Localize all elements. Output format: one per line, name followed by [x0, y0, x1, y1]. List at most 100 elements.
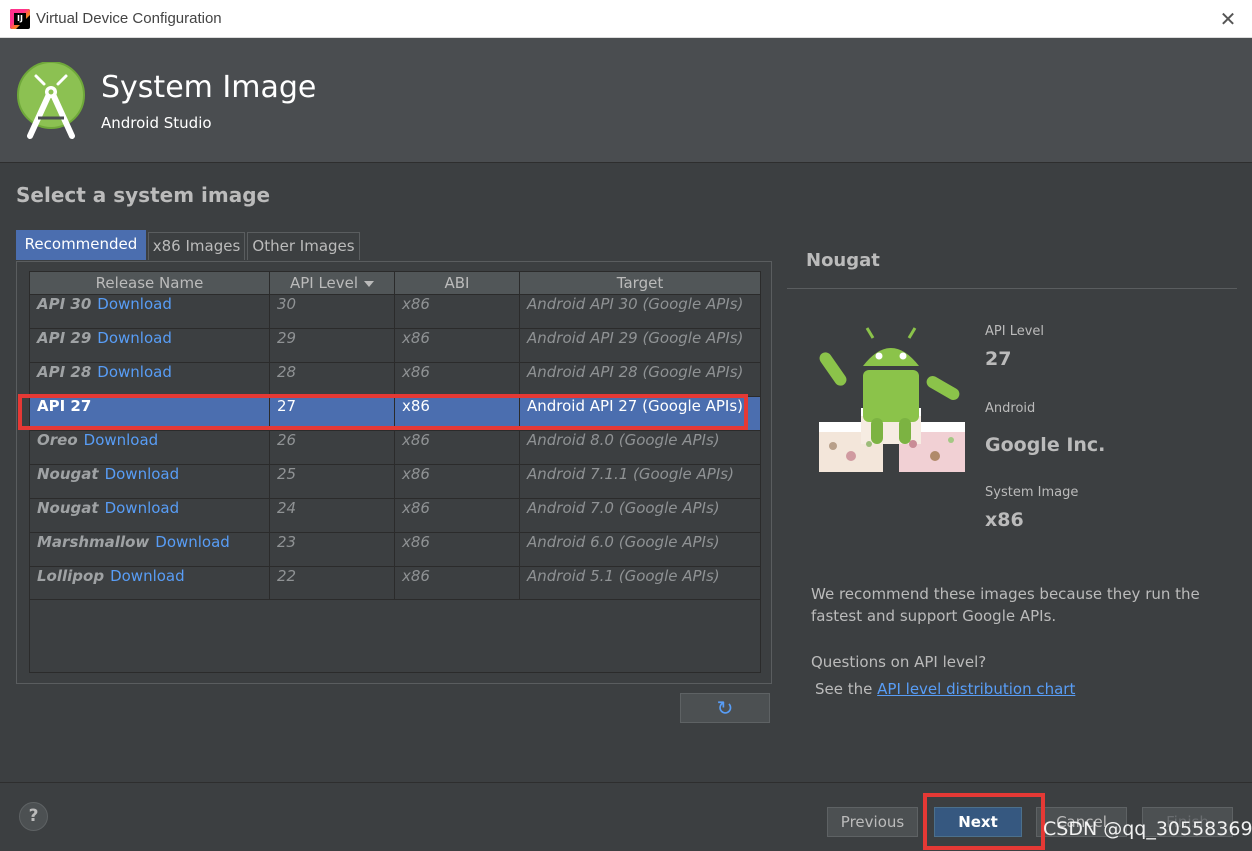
refresh-button[interactable]: ↻ — [680, 693, 770, 723]
abi-cell: x86 — [395, 431, 520, 464]
release-name: Oreo — [37, 431, 78, 449]
table-row[interactable]: Nougat Download 25 x86 Android 7.1.1 (Goo… — [30, 464, 760, 498]
release-name: Lollipop — [37, 567, 105, 585]
table-row[interactable]: API 29 Download 29 x86 Android API 29 (Go… — [30, 328, 760, 362]
release-name-cell: API 29 Download — [30, 329, 270, 362]
sort-descending-icon — [364, 280, 375, 287]
system-image-label: System Image — [985, 485, 1079, 500]
intellij-app-icon: IJ — [10, 9, 30, 29]
see-the-text: See the — [815, 680, 873, 698]
download-link[interactable]: Download — [110, 567, 185, 585]
abi-cell: x86 — [395, 465, 520, 498]
detail-divider — [787, 288, 1237, 289]
target-cell: Android 6.0 (Google APIs) — [527, 533, 720, 551]
table-row[interactable]: Nougat Download 24 x86 Android 7.0 (Googl… — [30, 498, 760, 532]
column-header-label: ABI — [444, 274, 470, 292]
help-icon[interactable]: ? — [19, 802, 48, 831]
api-level-cell: 25 — [270, 465, 395, 498]
previous-button[interactable]: Previous — [827, 807, 918, 837]
highlight-box-next-button — [923, 793, 1045, 850]
api-level-label: API Level — [985, 324, 1045, 339]
abi-cell: x86 — [395, 363, 520, 396]
column-header-abi[interactable]: ABI — [395, 272, 520, 294]
column-header-label: Release Name — [95, 274, 204, 292]
release-name: Marshmallow — [37, 533, 150, 551]
abi-cell: x86 — [395, 329, 520, 362]
table-header: Release Name API Level ABI Target — [30, 272, 760, 294]
tab-recommended[interactable]: Recommended — [16, 230, 146, 260]
release-name: Nougat — [37, 465, 99, 483]
api-level-value: 27 — [985, 348, 1012, 370]
page-title: System Image — [101, 70, 317, 105]
column-header-label: API Level — [289, 274, 359, 292]
download-link[interactable]: Download — [105, 465, 180, 483]
tab-other-images[interactable]: Other Images — [247, 232, 360, 260]
page-subtitle: Android Studio — [101, 114, 212, 132]
api-level-cell: 24 — [270, 499, 395, 532]
nougat-android-mascot-image — [819, 327, 965, 472]
refresh-icon: ↻ — [716, 696, 734, 720]
watermark: CSDN @qq_30558369 — [1043, 818, 1252, 840]
download-link[interactable]: Download — [97, 363, 172, 381]
api-level-cell: 22 — [270, 567, 395, 600]
abi-cell: x86 — [395, 533, 520, 566]
column-header-target[interactable]: Target — [520, 272, 760, 294]
target-cell: Android 7.0 (Google APIs) — [527, 499, 720, 517]
release-name: API 29 — [37, 329, 92, 347]
api-level-cell: 30 — [270, 295, 395, 328]
release-name-cell: Nougat Download — [30, 465, 270, 498]
table-row[interactable]: API 28 Download 28 x86 Android API 28 (Go… — [30, 362, 760, 396]
android-label: Android — [985, 401, 1036, 416]
questions-text: Questions on API level? — [811, 653, 987, 671]
release-name-cell: API 30 Download — [30, 295, 270, 328]
android-studio-logo — [17, 62, 85, 139]
target-cell: Android API 30 (Google APIs) — [527, 295, 744, 313]
table-row[interactable]: Oreo Download 26 x86 Android 8.0 (Google … — [30, 430, 760, 464]
target-cell: Android 8.0 (Google APIs) — [527, 431, 720, 449]
download-link[interactable]: Download — [105, 499, 180, 517]
detail-title: Nougat — [806, 250, 880, 271]
table-row[interactable]: API 30 Download 30 x86 Android API 30 (Go… — [30, 294, 760, 328]
release-name-cell: Nougat Download — [30, 499, 270, 532]
title-bar: IJ Virtual Device Configuration ✕ — [0, 0, 1252, 38]
download-link[interactable]: Download — [97, 329, 172, 347]
app-icon-text: IJ — [14, 13, 26, 25]
table-row[interactable]: Lollipop Download 22 x86 Android 5.1 (Goo… — [30, 566, 760, 600]
api-level-cell: 23 — [270, 533, 395, 566]
abi-cell: x86 — [395, 567, 520, 600]
column-header-release-name[interactable]: Release Name — [30, 272, 270, 294]
download-link[interactable]: Download — [155, 533, 230, 551]
api-level-cell: 28 — [270, 363, 395, 396]
column-header-api-level[interactable]: API Level — [270, 272, 395, 294]
android-value: Google Inc. — [985, 434, 1106, 456]
section-title: Select a system image — [16, 183, 271, 207]
target-cell: Android 7.1.1 (Google APIs) — [527, 465, 734, 483]
close-icon[interactable]: ✕ — [1216, 7, 1240, 31]
release-name: API 30 — [37, 295, 92, 313]
table-row[interactable]: Marshmallow Download 23 x86 Android 6.0 (… — [30, 532, 760, 566]
target-cell: Android 5.1 (Google APIs) — [527, 567, 720, 585]
release-name-cell: Lollipop Download — [30, 567, 270, 600]
download-link[interactable]: Download — [84, 431, 159, 449]
recommendation-text: We recommend these images because they r… — [811, 585, 1200, 625]
abi-cell: x86 — [395, 295, 520, 328]
target-cell: Android API 29 (Google APIs) — [527, 329, 744, 347]
system-image-table: Release Name API Level ABI Target API 30… — [29, 271, 761, 673]
highlight-box-selected-row — [18, 394, 748, 430]
column-header-label: Target — [616, 274, 664, 292]
release-name-cell: Oreo Download — [30, 431, 270, 464]
footer-divider — [0, 782, 1252, 783]
system-image-panel: Release Name API Level ABI Target API 30… — [16, 261, 772, 684]
release-name: Nougat — [37, 499, 99, 517]
api-level-cell: 29 — [270, 329, 395, 362]
tab-x86-images[interactable]: x86 Images — [148, 232, 245, 260]
see-the-line: See the API level distribution chart — [815, 680, 1075, 698]
release-name-cell: Marshmallow Download — [30, 533, 270, 566]
download-link[interactable]: Download — [97, 295, 172, 313]
api-level-distribution-chart-link[interactable]: API level distribution chart — [877, 680, 1075, 698]
wizard-header: System Image Android Studio — [0, 38, 1252, 163]
abi-cell: x86 — [395, 499, 520, 532]
release-name-cell: API 28 Download — [30, 363, 270, 396]
window-title: Virtual Device Configuration — [36, 10, 222, 27]
system-image-value: x86 — [985, 509, 1024, 531]
